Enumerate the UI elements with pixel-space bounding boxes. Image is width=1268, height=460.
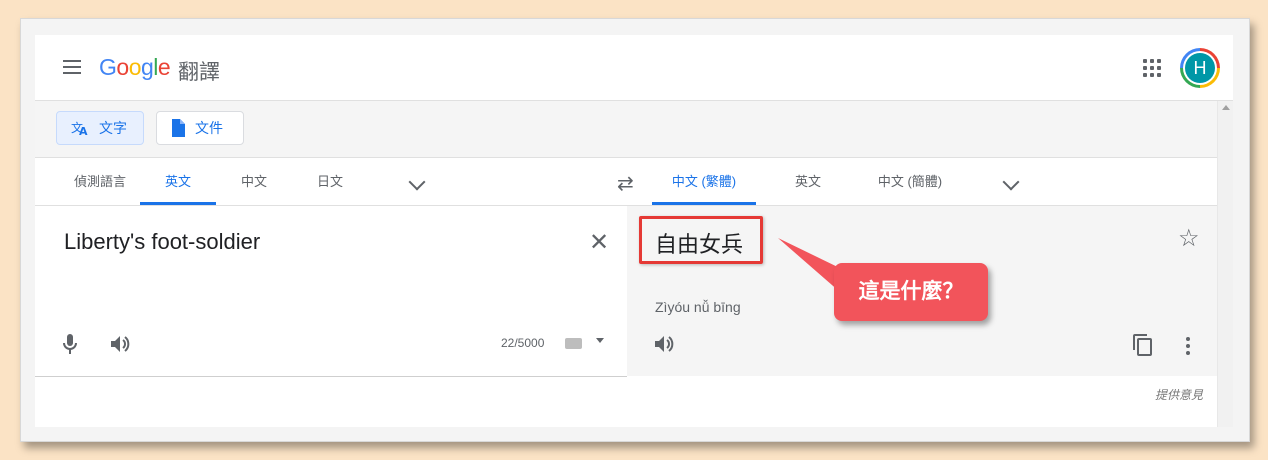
tab-detect-language[interactable]: 偵測語言 — [55, 158, 145, 205]
target-speaker-icon[interactable] — [655, 335, 675, 358]
save-translation-star-icon[interactable]: ☆ — [1178, 224, 1200, 253]
character-count: 22/5000 — [501, 336, 545, 350]
logo-letter: g — [140, 54, 154, 80]
scrollbar[interactable] — [1217, 101, 1233, 427]
logo-letter: G — [99, 54, 117, 80]
document-icon — [171, 119, 185, 137]
logo-letter: o — [128, 54, 142, 80]
logo-letter: e — [157, 54, 171, 80]
tab-target-simplified-chinese[interactable]: 中文 (簡體) — [855, 158, 965, 205]
translate-window: Google 翻譯 H 文A 文字 文件 偵測語言 英文 中文 日文 ⇄ 中文 … — [35, 35, 1233, 427]
text-mode-label: 文字 — [99, 120, 127, 136]
tab-source-english[interactable]: 英文 — [140, 158, 216, 205]
tab-source-chinese[interactable]: 中文 — [216, 158, 292, 205]
copy-translation-icon[interactable] — [1133, 334, 1153, 361]
tab-target-traditional-chinese[interactable]: 中文 (繁體) — [652, 158, 756, 205]
tab-source-japanese[interactable]: 日文 — [292, 158, 368, 205]
google-logo[interactable]: Google — [99, 54, 171, 81]
more-options-icon[interactable] — [1186, 337, 1190, 358]
question-callout: 這是什麼？ — [834, 263, 988, 321]
keyboard-icon[interactable] — [565, 338, 582, 349]
swap-languages-icon[interactable]: ⇄ — [617, 171, 634, 196]
clear-source-icon[interactable]: ✕ — [589, 228, 609, 257]
highlight-box — [639, 216, 763, 264]
svg-text:A: A — [79, 125, 88, 136]
source-panel: Liberty's foot-soldier ✕ 22/5000 — [35, 206, 627, 377]
logo-letter: o — [116, 54, 129, 80]
app-header: Google 翻譯 H — [35, 35, 1233, 101]
microphone-icon[interactable] — [63, 334, 77, 359]
product-name: 翻譯 — [178, 61, 220, 84]
source-speaker-icon[interactable] — [111, 335, 131, 358]
target-more-languages-chevron-icon[interactable] — [1002, 173, 1020, 191]
document-mode-label: 文件 — [195, 120, 223, 136]
input-tools-dropdown-icon[interactable] — [596, 338, 604, 343]
translate-icon: 文A — [71, 120, 89, 136]
scroll-up-arrow-icon[interactable] — [1222, 105, 1230, 110]
tab-target-english[interactable]: 英文 — [770, 158, 846, 205]
avatar-initial: H — [1185, 53, 1215, 83]
mode-bar: 文A 文字 文件 — [35, 101, 1217, 158]
account-avatar[interactable]: H — [1180, 48, 1220, 88]
menu-icon[interactable] — [63, 60, 81, 74]
apps-icon[interactable] — [1143, 59, 1161, 77]
document-mode-button[interactable]: 文件 — [156, 111, 244, 145]
send-feedback-link[interactable]: 提供意見 — [1155, 386, 1203, 403]
source-text-input[interactable]: Liberty's foot-soldier — [64, 229, 260, 255]
source-more-languages-chevron-icon[interactable] — [408, 173, 426, 191]
text-mode-button[interactable]: 文A 文字 — [56, 111, 144, 145]
romanization-text: Zìyóu nǚ bīng — [655, 299, 741, 315]
language-bar: 偵測語言 英文 中文 日文 ⇄ 中文 (繁體) 英文 中文 (簡體) — [35, 158, 1217, 206]
